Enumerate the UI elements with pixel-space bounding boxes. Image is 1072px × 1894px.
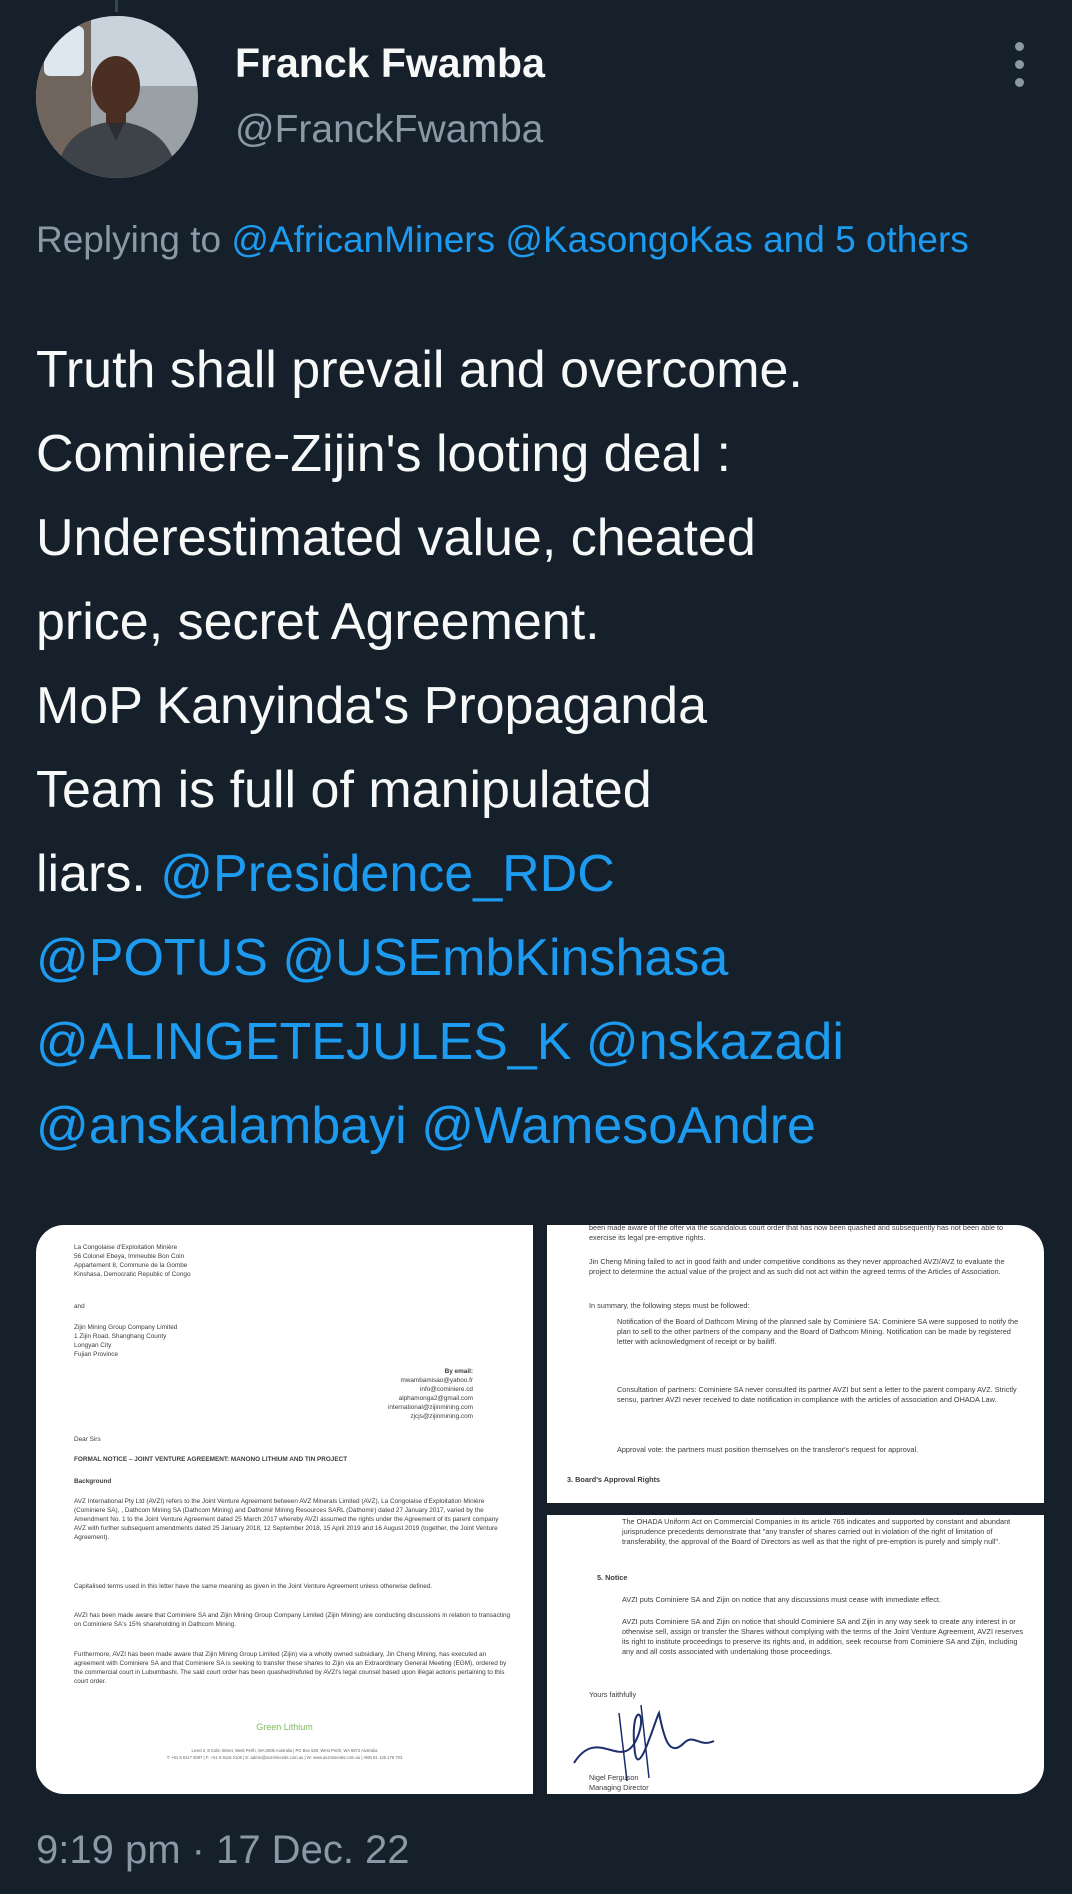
media-image-letter-page-1[interactable]: La Congolaise d'Exploitation Minière 56 … — [36, 1225, 533, 1794]
tweet-line: price, secret Agreement. — [36, 593, 600, 651]
tweet-line: MoP Kanyinda's Propaganda — [36, 677, 707, 735]
tweet-line: Underestimated value, cheated — [36, 509, 756, 567]
doc-signer-name: Nigel Ferguson — [589, 1773, 639, 1782]
avatar-photo — [36, 16, 198, 178]
media-image-letter-page-2[interactable]: been made aware of the offer via the sca… — [547, 1225, 1044, 1503]
doc-email: international@zijinmining.com — [388, 1404, 473, 1411]
doc-section-heading: Background — [74, 1478, 112, 1485]
mention-link[interactable]: @USEmbKinshasa — [282, 929, 728, 987]
doc-section-heading: 3. Board's Approval Rights — [567, 1475, 661, 1484]
more-options-icon[interactable] — [1005, 42, 1035, 88]
author-name[interactable]: Franck Fwamba — [235, 40, 545, 87]
mention-link[interactable]: @anskalambayi — [36, 1097, 407, 1155]
doc-address-line: Kinshasa, Democratic Republic of Congo — [74, 1271, 191, 1278]
doc-signer-title: Managing Director — [589, 1783, 649, 1792]
doc-paragraph: The OHADA Uniform Act on Commercial Comp… — [622, 1517, 1011, 1546]
tweet-text: Truth shall prevail and overcome. Comini… — [36, 328, 1046, 1168]
doc-address-line: 1 Zijin Road, Shanghang County — [74, 1333, 167, 1340]
mention-link[interactable]: @ALINGETEJULES_K — [36, 1013, 571, 1071]
tweet-line: liars. — [36, 845, 161, 903]
doc-email: info@cominiere.cd — [419, 1386, 473, 1393]
replying-to-label: Replying to — [36, 219, 232, 260]
mention-link[interactable]: @WamesoAndre — [421, 1097, 816, 1155]
doc-bullet: Consultation of partners: Cominiere SA n… — [617, 1385, 1017, 1404]
doc-section-heading: 5. Notice — [597, 1573, 628, 1582]
thread-connector-line — [115, 0, 118, 12]
doc-subject: FORMAL NOTICE – JOINT VENTURE AGREEMENT:… — [74, 1456, 348, 1463]
doc-bullet: Notification of the Board of Dathcom Min… — [617, 1317, 1019, 1346]
doc-address-line: Fujian Province — [74, 1351, 119, 1358]
doc-footer: T: +61 8 6117 9397 | F: +61 8 6118 2106 … — [166, 1755, 403, 1760]
tweet-timestamp[interactable]: 9:19 pm · 17 Dec. 22 — [36, 1828, 410, 1873]
doc-footer: Level 2, 8 Colin Street, West Perth, WA … — [191, 1748, 378, 1753]
doc-email: zjcjs@zijinmining.com — [410, 1413, 473, 1420]
tweet-line: Truth shall prevail and overcome. — [36, 341, 803, 399]
doc-text: and — [74, 1303, 85, 1310]
doc-paragraph: AVZI puts Cominiere SA and Zijin on noti… — [622, 1617, 1023, 1656]
doc-address-line: La Congolaise d'Exploitation Minière — [74, 1244, 178, 1251]
doc-paragraph: been made aware of the offer via the sca… — [589, 1225, 1004, 1242]
doc-paragraph: AVZI has been made aware that Cominiere … — [74, 1612, 511, 1628]
mention-link[interactable]: @nskazadi — [586, 1013, 844, 1071]
doc-bullet: Approval vote: the partners must positio… — [617, 1445, 919, 1454]
doc-address-line: Appartement 8, Commune de la Gombe — [74, 1262, 188, 1269]
avatar[interactable] — [36, 16, 198, 178]
author-handle[interactable]: @FranckFwamba — [235, 108, 543, 152]
green-lithium-logo: Green Lithium — [256, 1722, 313, 1732]
doc-address-line: 56 Colonel Ebeya, Immeuble Bon Coin — [74, 1253, 185, 1260]
doc-address-line: Longyan City — [74, 1342, 112, 1349]
doc-address-line: Zijin Mining Group Company Limited — [74, 1324, 178, 1331]
doc-paragraph: AVZ International Pty Ltd (AVZI) refers … — [74, 1498, 499, 1541]
doc-email: alphamonga2@gmail.com — [398, 1395, 473, 1402]
doc-salutation: Dear Sirs — [74, 1436, 101, 1443]
doc-paragraph: Furthermore, AVZI has been made aware th… — [74, 1651, 507, 1685]
replying-to: Replying to @AfricanMiners @KasongoKas a… — [36, 210, 1036, 270]
doc-paragraph: In summary, the following steps must be … — [589, 1301, 750, 1310]
doc-email: mwambamisao@yahoo.fr — [400, 1377, 473, 1384]
tweet-line: Cominiere-Zijin's looting deal : — [36, 425, 731, 483]
doc-paragraph: AVZI puts Cominiere SA and Zijin on noti… — [622, 1595, 941, 1604]
doc-paragraph: Capitalised terms used in this letter ha… — [74, 1583, 433, 1590]
doc-paragraph: Jin Cheng Mining failed to act in good f… — [589, 1257, 1005, 1276]
tweet-line: Team is full of manipulated — [36, 761, 652, 819]
mention-link[interactable]: @Presidence_RDC — [160, 845, 615, 903]
mention-link[interactable]: @POTUS — [36, 929, 268, 987]
media-image-letter-page-3[interactable]: The OHADA Uniform Act on Commercial Comp… — [547, 1515, 1044, 1794]
doc-by-email: By email: — [444, 1368, 473, 1375]
media-grid: La Congolaise d'Exploitation Minière 56 … — [36, 1225, 1044, 1794]
replying-to-mentions[interactable]: @AfricanMiners @KasongoKas and 5 others — [231, 219, 968, 260]
